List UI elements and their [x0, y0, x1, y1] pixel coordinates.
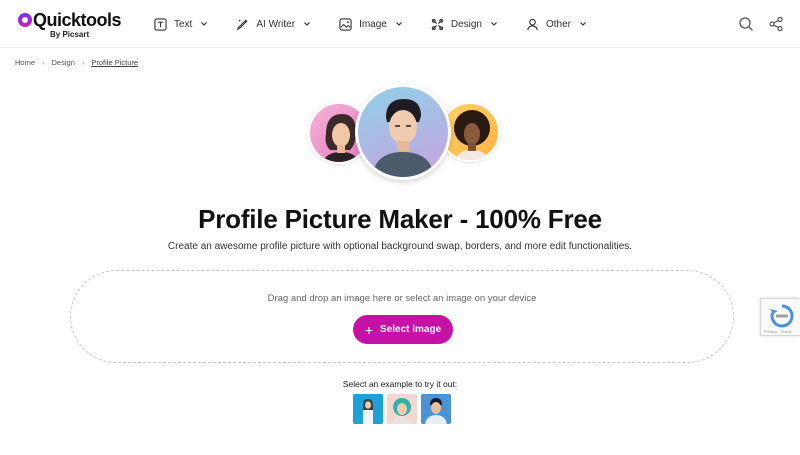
chevron-down-icon	[491, 22, 497, 26]
other-icon	[527, 18, 538, 30]
nav-ai-writer-label: AI Writer	[256, 18, 296, 30]
header-actions	[724, 16, 784, 32]
site-header: Quicktools By Picsart Text AI Writer Ima…	[0, 0, 800, 48]
nav-ai-writer[interactable]: AI Writer	[236, 18, 311, 31]
page-title: Profile Picture Maker - 100% Free	[0, 204, 800, 235]
hero-avatars	[300, 84, 505, 184]
nav-other[interactable]: Other	[526, 18, 587, 31]
pen-icon	[236, 18, 248, 30]
search-icon[interactable]	[738, 16, 754, 32]
chevron-down-icon	[304, 22, 310, 26]
design-icon	[431, 18, 444, 30]
example-thumbnail-woman-standing[interactable]	[353, 394, 383, 424]
nav-text[interactable]: Text	[154, 17, 208, 31]
examples-label: Select an example to try it out:	[342, 379, 458, 389]
page-subtitle: Create an awesome profile picture with o…	[167, 241, 633, 252]
breadcrumb-current[interactable]: Profile Picture	[91, 58, 138, 67]
dropzone-instruction: Drag and drop an image here or select an…	[267, 293, 537, 304]
image-icon	[339, 17, 352, 31]
chevron-down-icon	[201, 22, 208, 26]
main-nav: Text AI Writer Image Design Other	[154, 0, 615, 48]
nav-design-label: Design	[450, 18, 482, 30]
recaptcha-icon	[770, 304, 794, 328]
example-thumbnail-woman-teal-hair[interactable]	[387, 394, 417, 424]
example-thumbnails	[353, 394, 455, 424]
image-dropzone[interactable]: Drag and drop an image here or select an…	[70, 270, 734, 363]
recaptcha-badge[interactable]: Privacy - Terms	[760, 298, 800, 336]
select-image-label: Select image	[380, 324, 442, 335]
title-regular: Profile Picture Maker	[198, 204, 453, 234]
quicktools-logo[interactable]: Quicktools By Picsart	[18, 10, 128, 40]
chevron-down-icon	[395, 22, 402, 26]
logo-mark-icon	[18, 13, 32, 27]
breadcrumb-home[interactable]: Home	[15, 58, 35, 67]
breadcrumb: Home › Design › Profile Picture	[15, 58, 138, 67]
nav-image[interactable]: Image	[339, 17, 403, 31]
nav-text-label: Text	[174, 18, 193, 30]
chevron-right-icon: ›	[81, 58, 85, 67]
title-bold: - 100% Free	[452, 204, 603, 234]
select-image-button[interactable]: + Select image	[353, 315, 453, 344]
breadcrumb-design[interactable]: Design	[52, 58, 75, 67]
logo-name: Quicktools	[33, 10, 122, 30]
nav-design[interactable]: Design	[431, 18, 498, 31]
avatar-man-main	[355, 84, 451, 180]
logo-subtitle: By Picsart	[50, 30, 90, 39]
nav-other-label: Other	[546, 18, 572, 30]
plus-icon: +	[364, 321, 374, 338]
share-icon[interactable]	[768, 16, 784, 32]
example-thumbnail-man[interactable]	[421, 394, 451, 424]
recaptcha-text: Privacy - Terms	[764, 329, 792, 334]
nav-image-label: Image	[359, 18, 387, 30]
text-icon	[154, 17, 167, 31]
chevron-right-icon: ›	[42, 58, 45, 67]
chevron-down-icon	[580, 22, 586, 26]
